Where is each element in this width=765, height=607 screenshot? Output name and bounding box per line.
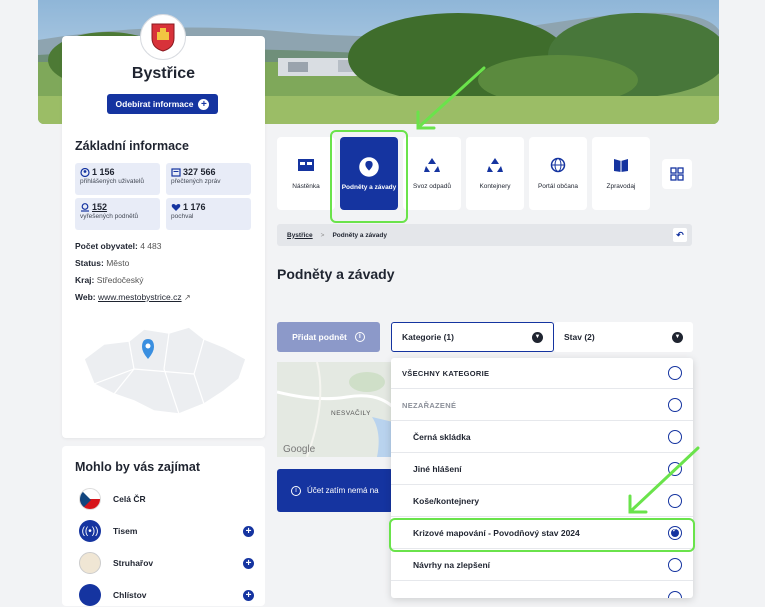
heart-icon: [171, 203, 181, 212]
news-icon: [171, 167, 181, 177]
user-icon: [80, 167, 90, 177]
region-row: Kraj: Středočeský: [75, 275, 144, 285]
recycle-icon: [487, 157, 503, 172]
radio-unchecked[interactable]: [668, 462, 682, 476]
plus-icon: +: [198, 98, 210, 110]
add-icon[interactable]: +: [243, 557, 254, 569]
broadcast-icon: ((•)): [79, 520, 101, 542]
category-option[interactable]: Návrhy na zlepšení: [391, 550, 693, 581]
reports-map[interactable]: NESVAČILY Google: [277, 362, 393, 457]
info-icon: i: [354, 332, 365, 342]
suggestion-item[interactable]: Struhařov +: [79, 551, 254, 575]
state-select[interactable]: Stav (2) ▼: [554, 322, 693, 352]
chevron-down-icon: ▼: [672, 331, 683, 343]
google-logo: Google: [283, 444, 316, 455]
board-icon: [298, 158, 314, 171]
breadcrumb-separator: >: [320, 231, 325, 239]
breadcrumb-home[interactable]: Bystřice: [287, 232, 313, 239]
add-icon[interactable]: +: [243, 525, 254, 537]
suggestions-heading: Mohlo by vás zajímat: [75, 460, 201, 474]
radio-unchecked[interactable]: [668, 430, 682, 444]
radio-unchecked[interactable]: [668, 494, 682, 508]
follow-button[interactable]: Odebírat informace +: [107, 94, 218, 114]
category-option[interactable]: [391, 582, 693, 598]
city-profile-panel: Bystřice Odebírat informace + Základní i…: [62, 14, 265, 438]
stat-resolved: 152 vyřešených podnětů: [75, 198, 160, 230]
newspaper-icon: [614, 158, 628, 172]
suggestion-item[interactable]: Celá ČR: [79, 487, 254, 511]
suggestion-item[interactable]: Chlístov +: [79, 583, 254, 607]
add-icon[interactable]: +: [243, 589, 254, 601]
suggestions-panel: Mohlo by vás zajímat Celá ČR ((•)) Tisem…: [62, 446, 265, 606]
highlight-box-option: [389, 518, 695, 552]
map-place-label: NESVAČILY: [331, 410, 372, 417]
web-row: Web: www.mestobystrice.cz ↗: [75, 292, 191, 302]
grid-menu-button[interactable]: [662, 159, 692, 189]
broadcast-icon: [79, 584, 101, 606]
czech-map: [74, 319, 254, 424]
czech-flag-icon: [79, 488, 101, 510]
category-option[interactable]: VŠECHNY KATEGORIE: [391, 358, 693, 389]
pin-icon: [80, 202, 90, 212]
info-icon: i: [291, 485, 301, 496]
radio-unchecked[interactable]: [668, 558, 682, 572]
radio-unchecked[interactable]: [668, 590, 682, 598]
category-option[interactable]: Jiné hlášení: [391, 454, 693, 485]
recycle-icon: [424, 157, 440, 172]
add-report-button[interactable]: Přidat podnět i: [277, 322, 380, 352]
suggestion-item[interactable]: ((•)) Tisem +: [79, 519, 254, 543]
status-row: Status: Město: [75, 258, 130, 268]
category-dropdown: VŠECHNY KATEGORIE NEZAŘAZENÉ Černá sklád…: [391, 358, 693, 598]
breadcrumb-current: Podněty a závady: [332, 231, 388, 239]
city-crest-icon: [140, 14, 186, 60]
follow-button-label: Odebírat informace: [115, 99, 194, 109]
basic-info-heading: Základní informace: [75, 139, 189, 153]
back-icon[interactable]: ↶: [673, 228, 687, 242]
radio-unchecked[interactable]: [668, 398, 682, 412]
crest-icon: [79, 552, 101, 574]
page-title: Podněty a závady: [277, 266, 395, 282]
tile-waste[interactable]: Svoz odpadů: [403, 137, 461, 210]
city-name: Bystřice: [131, 65, 196, 82]
stat-users: 1 156 přihlášených uživatelů: [75, 163, 160, 195]
stat-messages: 327 566 přečtených zpráv: [166, 163, 251, 195]
population-row: Počet obyvatel: 4 483: [75, 241, 162, 251]
tile-board[interactable]: Nástěnka: [277, 137, 335, 210]
stat-praise: 1 176 pochval: [166, 198, 251, 230]
category-option[interactable]: Koše/kontejnery: [391, 486, 693, 517]
info-notice: i Účet zatím nemá na: [277, 469, 393, 512]
category-option[interactable]: NEZAŘAZENÉ: [391, 390, 693, 421]
web-link[interactable]: www.mestobystrice.cz: [98, 292, 182, 302]
tile-newsletter[interactable]: Zpravodaj: [592, 137, 650, 210]
grid-icon: [670, 167, 684, 181]
category-option[interactable]: Černá skládka: [391, 422, 693, 453]
highlight-box-tile: [330, 130, 408, 223]
radio-unchecked[interactable]: [668, 366, 682, 380]
external-link-icon: ↗: [183, 293, 191, 302]
breadcrumb: Bystřice > Podněty a závady ↶: [277, 224, 692, 246]
tile-containers[interactable]: Kontejnery: [466, 137, 524, 210]
category-select[interactable]: Kategorie (1) ▼: [391, 322, 554, 352]
tile-citizen-portal[interactable]: Portál občana: [529, 137, 587, 210]
globe-icon: [550, 157, 566, 172]
chevron-down-icon: ▼: [532, 331, 543, 343]
